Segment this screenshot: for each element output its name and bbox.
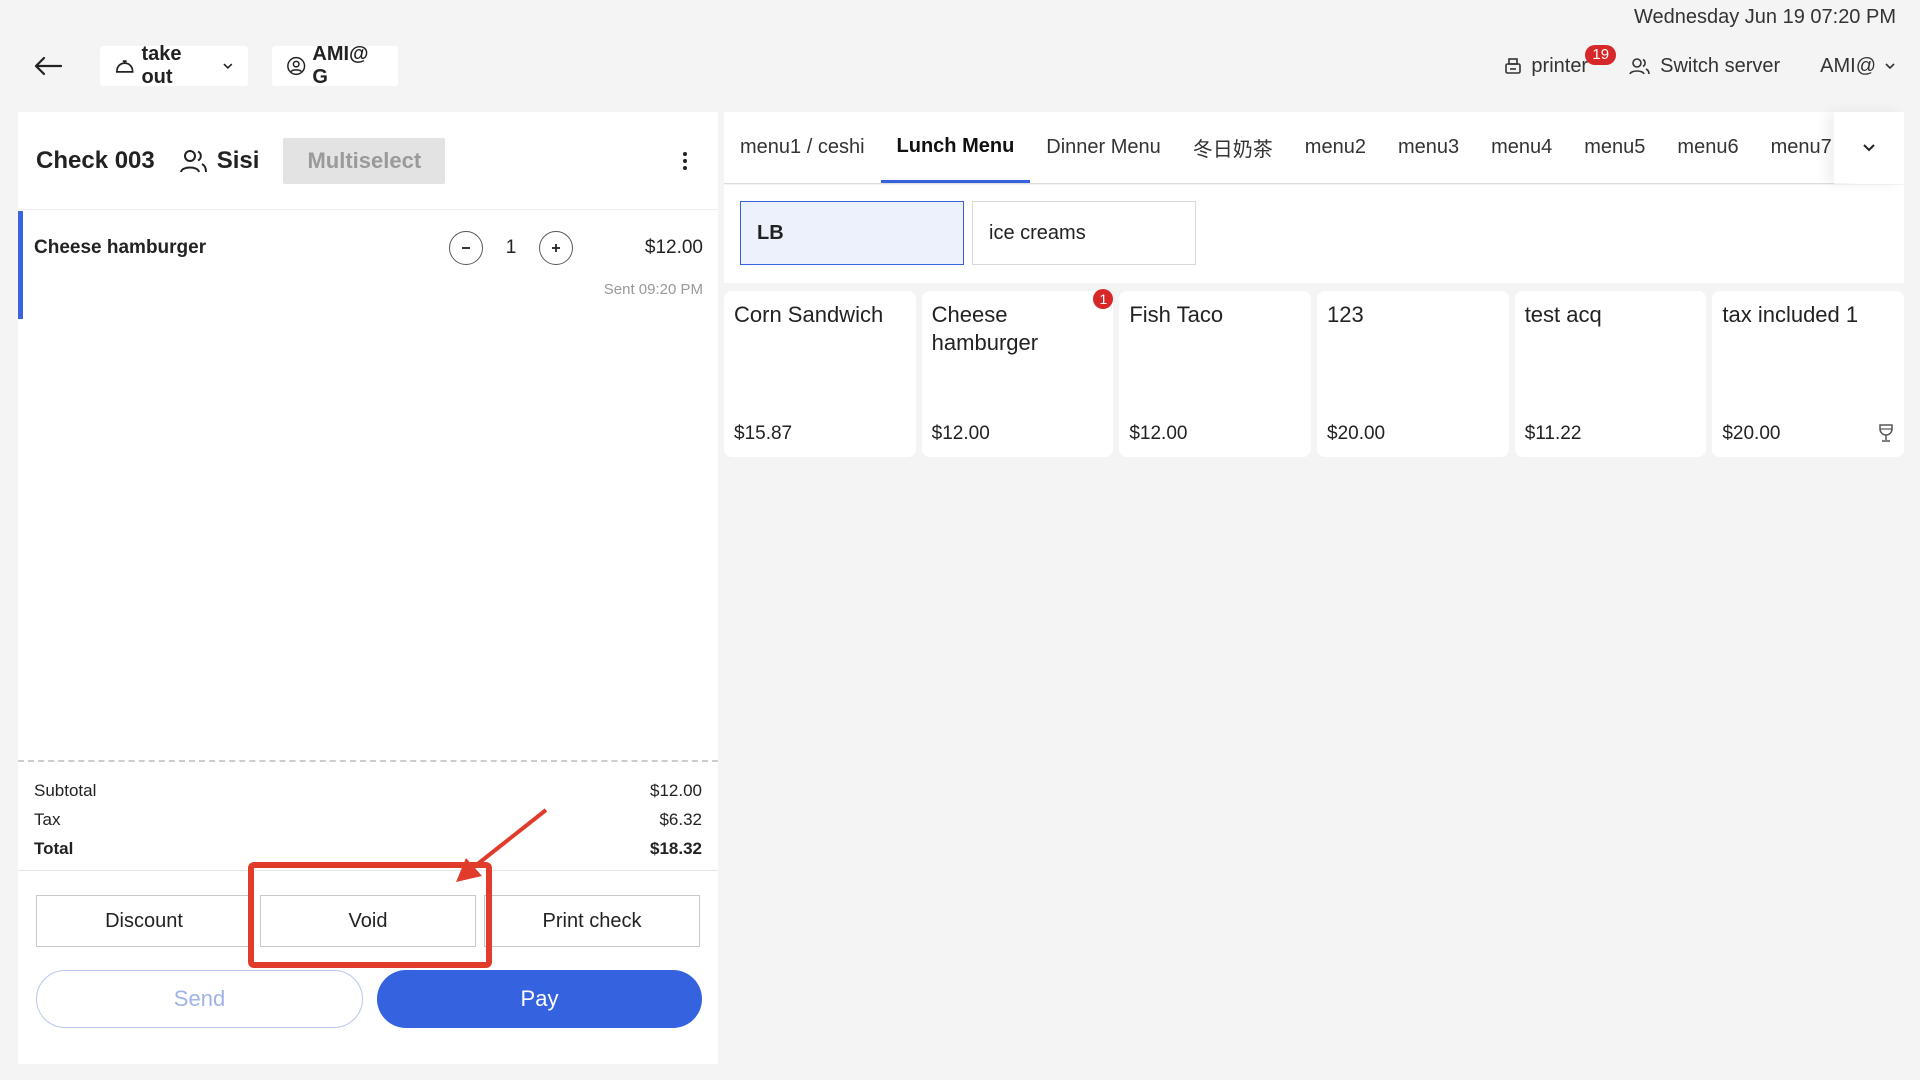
- tab-menu4[interactable]: menu4: [1475, 112, 1568, 183]
- menu-item-grid: Corn Sandwich $15.87 Cheese hamburger $1…: [724, 289, 1905, 457]
- more-tabs-button[interactable]: [1834, 112, 1904, 184]
- primary-actions: Send Pay: [36, 970, 702, 1028]
- check-panel: Check 003 Sisi Multiselect Cheese hambur…: [18, 112, 718, 1064]
- cloche-icon: [115, 60, 134, 73]
- menu-item-name: test acq: [1524, 302, 1602, 327]
- category-lb[interactable]: LB: [740, 201, 964, 265]
- menu-panel: menu1 / ceshi Lunch Menu Dinner Menu 冬日奶…: [724, 112, 1905, 457]
- menu-item-card[interactable]: tax included 1 $20.00: [1712, 291, 1905, 457]
- users-icon: [179, 149, 207, 172]
- subtotal-row: Subtotal $12.00: [34, 776, 702, 805]
- order-item-qty: 1: [505, 237, 517, 258]
- check-actions: Discount Void Print check: [18, 870, 718, 947]
- tax-row: Tax $6.32: [34, 805, 702, 834]
- total-value: $18.32: [650, 838, 702, 858]
- decrease-qty-button[interactable]: [449, 231, 483, 265]
- send-button[interactable]: Send: [36, 970, 363, 1028]
- void-button[interactable]: Void: [260, 895, 476, 947]
- menu-item-name: Cheese hamburger: [931, 302, 1039, 355]
- increase-qty-button[interactable]: [539, 231, 573, 265]
- arrow-left-icon: [34, 56, 63, 76]
- menu-item-price: $12.00: [1129, 423, 1188, 444]
- tab-menu6[interactable]: menu6: [1661, 112, 1754, 183]
- datetime: Wednesday Jun 19 07:20 PM: [1633, 6, 1896, 28]
- account-dropdown[interactable]: AMI@: [1820, 55, 1896, 78]
- menu-item-price: $20.00: [1327, 423, 1386, 444]
- menu-item-card[interactable]: Cheese hamburger $12.00 1: [921, 289, 1114, 457]
- printer-count-badge: 19: [1585, 44, 1617, 65]
- account-label: AMI@: [1820, 54, 1876, 77]
- menu-item-name: 123: [1327, 302, 1364, 327]
- print-check-button[interactable]: Print check: [484, 895, 700, 947]
- tax-label: Tax: [34, 809, 61, 829]
- guest-name: Sisi: [216, 146, 260, 174]
- item-count-badge: 1: [1093, 289, 1114, 309]
- menu-item-name: tax included 1: [1722, 302, 1859, 327]
- order-type-dropdown[interactable]: take out: [100, 43, 248, 88]
- users-icon: [1629, 58, 1650, 75]
- back-button[interactable]: [30, 48, 66, 84]
- total-row: Total $18.32: [34, 834, 702, 863]
- chevron-down-icon: [1885, 63, 1895, 70]
- menu-item-price: $11.22: [1524, 423, 1582, 444]
- order-item-status: Sent 09:20 PM: [603, 281, 703, 298]
- discount-button[interactable]: Discount: [36, 895, 252, 947]
- tab-menu3[interactable]: menu3: [1382, 112, 1475, 183]
- tab-lunch-menu[interactable]: Lunch Menu: [880, 112, 1031, 183]
- top-right-controls: printer 19 Switch server AMI@: [1503, 44, 1896, 86]
- guest-button[interactable]: Sisi: [179, 146, 260, 175]
- printer-icon: [1505, 58, 1522, 74]
- menu-item-name: Corn Sandwich: [734, 302, 884, 327]
- user-circle-icon: [287, 56, 306, 76]
- order-item-price: $12.00: [644, 237, 703, 258]
- menu-item-card[interactable]: Corn Sandwich $15.87: [724, 291, 916, 457]
- menu-item-card[interactable]: 123 $20.00: [1317, 291, 1509, 457]
- order-item-name: Cheese hamburger: [34, 237, 207, 258]
- menu-item-price: $20.00: [1722, 423, 1781, 444]
- tab-menu5[interactable]: menu5: [1568, 112, 1661, 183]
- chevron-down-icon: [1863, 144, 1875, 152]
- tab-winter-milk-tea[interactable]: 冬日奶茶: [1177, 112, 1289, 183]
- kebab-menu-icon: [683, 151, 687, 170]
- minus-icon: [462, 247, 470, 249]
- plus-icon: [552, 244, 560, 252]
- category-ice-creams[interactable]: ice creams: [972, 201, 1196, 265]
- wine-glass-icon: [1879, 424, 1893, 442]
- total-label: Total: [34, 838, 74, 858]
- tax-value: $6.32: [659, 809, 702, 829]
- chevron-down-icon: [223, 63, 233, 70]
- subtotal-value: $12.00: [650, 780, 702, 800]
- multiselect-button[interactable]: Multiselect: [283, 137, 446, 184]
- pointer-arrow-annotation: [456, 808, 548, 882]
- current-user-button[interactable]: AMI@ G: [272, 43, 398, 88]
- check-title: Check 003: [36, 146, 155, 174]
- tab-menu2[interactable]: menu2: [1289, 112, 1382, 183]
- printer-button[interactable]: printer 19: [1503, 44, 1617, 78]
- switch-server-label: Switch server: [1660, 54, 1781, 77]
- menu-item-price: $12.00: [931, 423, 990, 444]
- menu-item-card[interactable]: test acq $11.22: [1514, 291, 1707, 457]
- printer-label: printer: [1531, 54, 1589, 77]
- current-user-label: AMI@ G: [312, 43, 369, 88]
- subtotal-label: Subtotal: [34, 780, 97, 800]
- category-bar: LB ice creams: [724, 185, 1904, 283]
- quantity-stepper: 1: [449, 231, 573, 265]
- menu-item-price: $15.87: [734, 423, 793, 444]
- tab-menu1[interactable]: menu1 / ceshi: [724, 112, 881, 183]
- menu-item-name: Fish Taco: [1129, 302, 1224, 327]
- switch-server-button[interactable]: Switch server: [1628, 55, 1780, 78]
- totals-section: Subtotal $12.00 Tax $6.32 Total $18.32: [18, 760, 718, 863]
- tab-dinner-menu[interactable]: Dinner Menu: [1030, 112, 1177, 183]
- menu-item-card[interactable]: Fish Taco $12.00: [1119, 291, 1312, 457]
- check-header: Check 003 Sisi Multiselect: [18, 112, 718, 210]
- order-type-label: take out: [141, 43, 182, 88]
- pay-button[interactable]: Pay: [377, 970, 702, 1028]
- order-line-item[interactable]: Cheese hamburger 1 $12.00 Sent 09:20 PM: [18, 211, 718, 319]
- menu-tabs: menu1 / ceshi Lunch Menu Dinner Menu 冬日奶…: [724, 112, 1904, 184]
- more-options-button[interactable]: [670, 146, 700, 176]
